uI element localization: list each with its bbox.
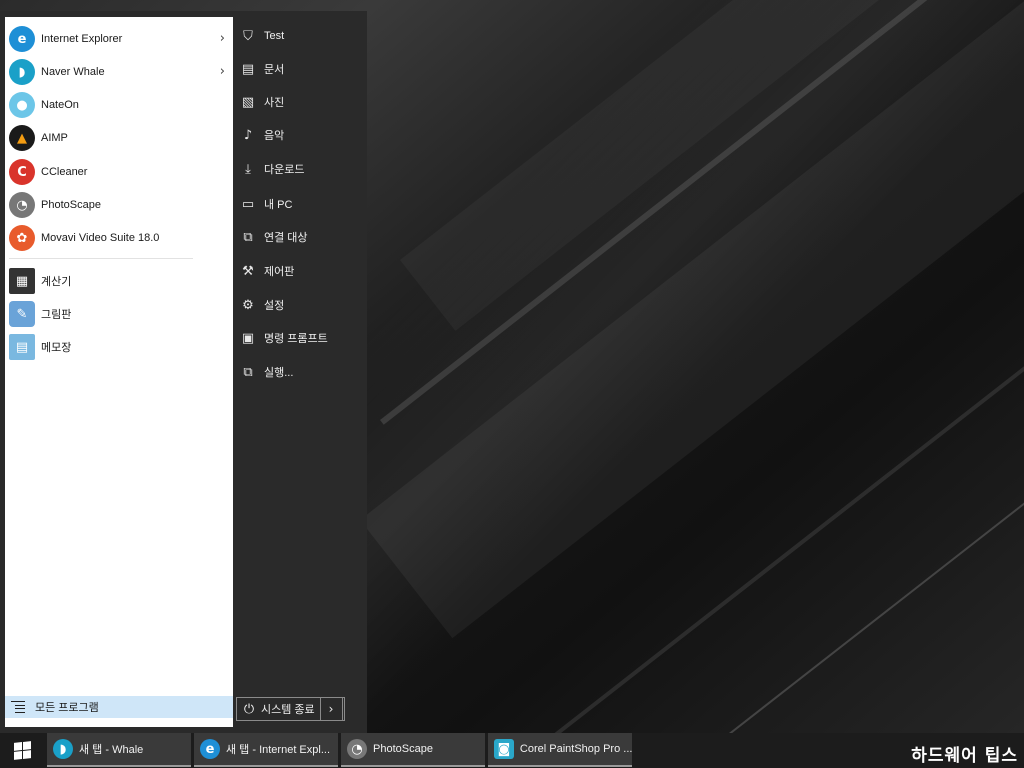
aimp-icon: ▲ <box>9 125 35 151</box>
place-label: 연결 대상 <box>264 232 308 244</box>
picture-icon: ▧ <box>241 94 255 110</box>
app-item-ccleaner[interactable]: C CCleaner <box>5 156 233 188</box>
paintshop-camera-icon: ◙ <box>494 739 514 759</box>
run-icon: ⧉ <box>243 364 253 380</box>
computer-icon: ▭ <box>241 196 255 212</box>
windows-logo-icon <box>13 741 31 760</box>
calculator-icon: ▦ <box>9 268 35 294</box>
chevron-right-icon[interactable]: › <box>220 64 225 79</box>
place-label: 제어판 <box>264 266 295 278</box>
app-item-photoscape[interactable]: ◔ PhotoScape <box>5 189 233 221</box>
all-programs-label: 모든 프로그램 <box>35 702 99 714</box>
app-label: Naver Whale <box>41 66 105 78</box>
gear-icon: ⚙ <box>242 297 254 313</box>
app-label: Internet Explorer <box>41 33 123 45</box>
app-item-internet-explorer[interactable]: e Internet Explorer › <box>5 23 233 55</box>
app-label: 그림판 <box>41 309 72 321</box>
app-label: PhotoScape <box>41 199 101 211</box>
command-prompt-icon: ▣ <box>241 330 255 346</box>
power-icon: ⏻ <box>243 701 255 717</box>
place-label: 사진 <box>264 97 285 109</box>
shutdown-options-arrow[interactable]: › <box>320 697 343 721</box>
place-item-music[interactable]: ♪ 음악 <box>240 122 364 148</box>
user-folder-icon: ⛉ <box>243 28 253 44</box>
app-item-naver-whale[interactable]: ◗ Naver Whale › <box>5 56 233 88</box>
place-label: 실행... <box>264 367 294 379</box>
menu-separator <box>9 258 193 259</box>
app-label: Movavi Video Suite 18.0 <box>41 232 160 244</box>
taskbar-item-label: 새 탭 - Whale <box>79 744 144 756</box>
app-label: AIMP <box>41 132 68 144</box>
place-item-test[interactable]: ⛉ Test <box>240 23 364 49</box>
start-button[interactable] <box>0 733 44 768</box>
app-item-calculator[interactable]: ▦ 계산기 <box>5 265 233 297</box>
taskbar: ◗ 새 탭 - Whale e 새 탭 - Internet Expl... ◔… <box>0 733 1024 768</box>
place-item-pictures[interactable]: ▧ 사진 <box>240 89 364 115</box>
all-programs-button[interactable]: 모든 프로그램 <box>5 696 233 718</box>
naver-whale-icon: ◗ <box>53 739 73 759</box>
document-icon: ▤ <box>241 61 255 77</box>
place-label: 문서 <box>264 64 285 76</box>
internet-explorer-icon: e <box>200 739 220 759</box>
place-item-settings[interactable]: ⚙ 설정 <box>240 292 364 318</box>
shutdown-divider <box>320 697 321 721</box>
start-menu: e Internet Explorer › ◗ Naver Whale › ● … <box>0 11 367 733</box>
place-item-run[interactable]: ⧉ 실행... <box>240 359 364 385</box>
wallpaper-stripe <box>720 370 1024 733</box>
taskbar-item-internet-explorer[interactable]: e 새 탭 - Internet Expl... <box>194 733 338 767</box>
app-item-nateon[interactable]: ● NateOn <box>5 89 233 121</box>
app-label: 계산기 <box>41 276 72 288</box>
place-item-control-panel[interactable]: ⚒ 제어판 <box>240 258 364 284</box>
place-label: 다운로드 <box>264 164 305 176</box>
taskbar-item-paintshop[interactable]: ◙ Corel PaintShop Pro ... <box>488 733 632 767</box>
photoscape-icon: ◔ <box>347 739 367 759</box>
nateon-icon: ● <box>9 92 35 118</box>
connect-icon: ⧉ <box>243 229 253 245</box>
wrench-icon: ⚒ <box>242 263 254 279</box>
movavi-icon: ✿ <box>9 225 35 251</box>
place-label: 음악 <box>264 130 285 142</box>
taskbar-item-label: Corel PaintShop Pro ... <box>519 743 632 755</box>
taskbar-item-label: PhotoScape <box>373 743 433 755</box>
place-item-downloads[interactable]: ⤓ 다운로드 <box>240 156 364 182</box>
app-item-aimp[interactable]: ▲ AIMP <box>5 122 233 154</box>
list-icon <box>11 701 25 713</box>
photoscape-icon: ◔ <box>9 192 35 218</box>
place-item-command-prompt[interactable]: ▣ 명령 프롬프트 <box>240 325 364 351</box>
shutdown-label: 시스템 종료 <box>261 704 315 716</box>
ccleaner-icon: C <box>9 159 35 185</box>
place-item-documents[interactable]: ▤ 문서 <box>240 56 364 82</box>
place-label: Test <box>264 30 285 42</box>
internet-explorer-icon: e <box>9 26 35 52</box>
app-item-paint[interactable]: ✎ 그림판 <box>5 298 233 330</box>
naver-whale-icon: ◗ <box>9 59 35 85</box>
app-label: CCleaner <box>41 166 88 178</box>
notepad-icon: ▤ <box>9 334 35 360</box>
start-menu-app-list: e Internet Explorer › ◗ Naver Whale › ● … <box>5 17 233 727</box>
music-icon: ♪ <box>243 127 253 143</box>
chevron-right-icon[interactable]: › <box>220 31 225 46</box>
taskbar-item-whale[interactable]: ◗ 새 탭 - Whale <box>47 733 191 767</box>
place-label: 내 PC <box>264 199 293 211</box>
place-item-this-pc[interactable]: ▭ 내 PC <box>240 191 364 217</box>
place-item-connect-to[interactable]: ⧉ 연결 대상 <box>240 224 364 250</box>
app-item-notepad[interactable]: ▤ 메모장 <box>5 331 233 363</box>
app-label: NateOn <box>41 99 79 111</box>
watermark-text: 하드웨어 팁스 <box>911 746 1018 766</box>
place-label: 명령 프롬프트 <box>264 333 328 345</box>
taskbar-item-label: 새 탭 - Internet Expl... <box>226 744 330 756</box>
app-item-movavi[interactable]: ✿ Movavi Video Suite 18.0 <box>5 222 233 254</box>
app-label: 메모장 <box>41 342 72 354</box>
place-label: 설정 <box>264 300 285 312</box>
download-icon: ⤓ <box>245 161 251 177</box>
paint-icon: ✎ <box>9 301 35 327</box>
taskbar-item-photoscape[interactable]: ◔ PhotoScape <box>341 733 485 767</box>
